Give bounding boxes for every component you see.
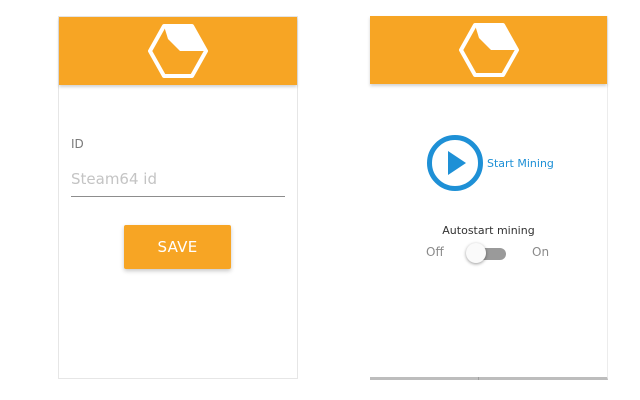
steam-id-input[interactable] xyxy=(71,161,285,197)
header-bar xyxy=(370,16,607,84)
autostart-toggle[interactable] xyxy=(466,242,512,264)
id-label: ID xyxy=(71,137,84,151)
header-bar xyxy=(59,17,297,85)
on-label: On xyxy=(532,245,550,259)
mining-panel: Start Mining Autostart mining Off On xyxy=(370,16,608,380)
autostart-title: Autostart mining xyxy=(442,224,535,237)
hexagon-cube-logo-icon xyxy=(148,24,208,78)
start-mining-button[interactable]: Start Mining xyxy=(426,134,554,192)
play-circle-icon[interactable] xyxy=(426,134,484,192)
hexagon-cube-logo-icon xyxy=(458,23,519,77)
autostart-row: Off On xyxy=(370,242,607,264)
off-label: Off xyxy=(426,245,444,259)
bottom-divider xyxy=(478,377,479,380)
toggle-thumb[interactable] xyxy=(466,243,486,263)
start-mining-label[interactable]: Start Mining xyxy=(487,157,554,170)
save-button[interactable]: SAVE xyxy=(124,225,231,269)
app-stage: ID SAVE Start Mining Autostart mining Of… xyxy=(0,0,640,400)
settings-panel: ID SAVE xyxy=(58,16,298,379)
